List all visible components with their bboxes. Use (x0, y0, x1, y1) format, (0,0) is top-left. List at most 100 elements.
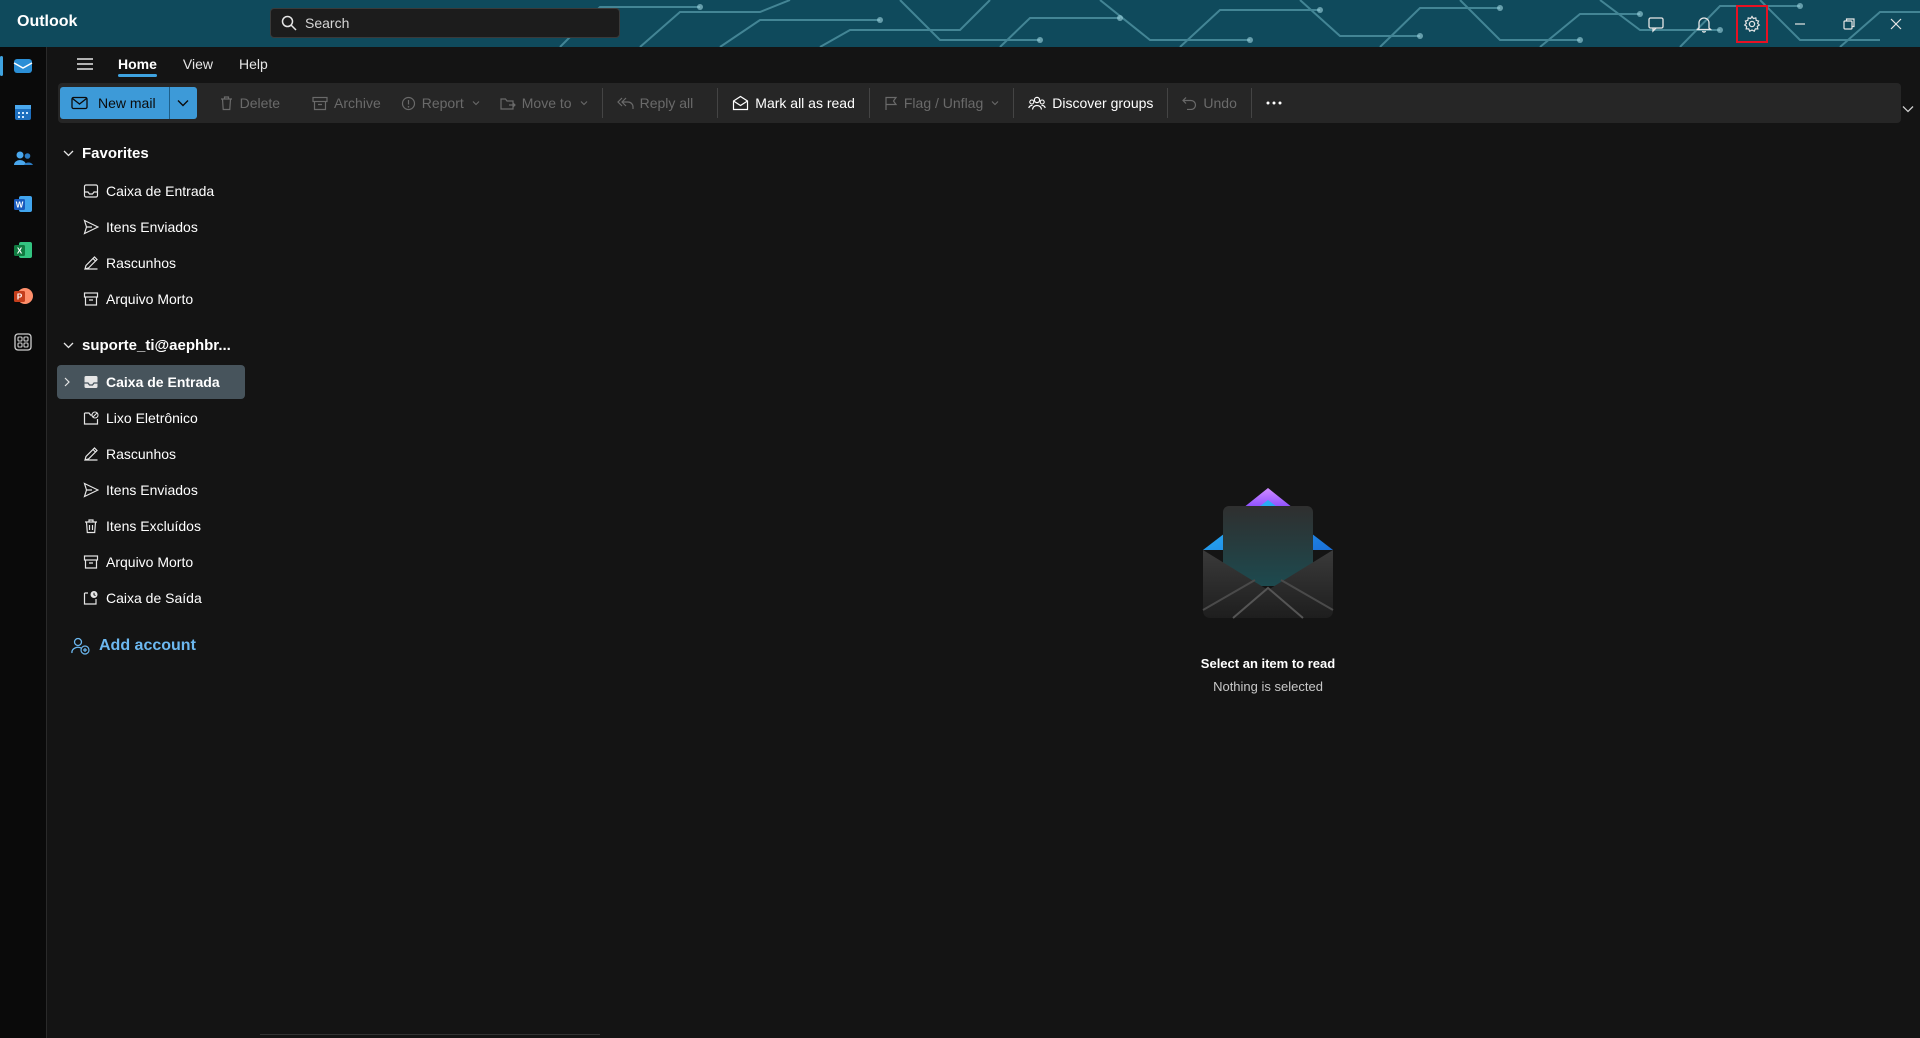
favorites-header[interactable]: Favorites (63, 145, 149, 162)
command-toolbar: New mail Delete Archive Report Move to R… (58, 83, 1901, 123)
folder-label: Caixa de Entrada (106, 374, 220, 390)
restore-icon[interactable] (1833, 9, 1865, 39)
trash-icon (83, 518, 99, 534)
flag-unflag-button[interactable]: Flag / Unflag (874, 87, 1009, 119)
reading-pane-empty-state: Select an item to read Nothing is select… (1168, 480, 1368, 694)
folder-account-inbox[interactable]: Caixa de Entrada (57, 365, 245, 399)
folder-label: Rascunhos (106, 255, 177, 271)
report-label: Report (421, 95, 464, 111)
new-mail-button[interactable]: New mail (60, 87, 169, 119)
account-header[interactable]: suporte_ti@aephbr... (63, 337, 231, 354)
calendar-app-icon[interactable] (10, 99, 36, 125)
new-mail-dropdown-button[interactable] (168, 87, 197, 119)
notifications-bell-icon[interactable] (1688, 9, 1720, 39)
toolbar-separator (1167, 88, 1169, 118)
chevron-down-icon (63, 342, 74, 349)
toolbar-separator (717, 88, 719, 118)
toolbar-separator (601, 88, 603, 118)
undo-icon (1182, 96, 1197, 110)
draft-icon (83, 446, 99, 462)
archive-icon (83, 291, 99, 307)
flag-icon (884, 96, 898, 111)
folder-account-outbox[interactable]: Caixa de Saída (57, 581, 245, 615)
new-mail-label: New mail (98, 95, 156, 111)
folder-account-junk[interactable]: Lixo Eletrônico (57, 401, 245, 435)
folder-favorites-sent[interactable]: Itens Enviados (57, 210, 245, 244)
folder-account-sent[interactable]: Itens Enviados (57, 473, 245, 507)
excel-app-icon[interactable]: X (10, 237, 36, 263)
toolbar-separator (1250, 88, 1252, 118)
chevron-down-icon (177, 99, 189, 107)
move-to-label: Move to (521, 95, 572, 111)
more-apps-icon[interactable] (10, 329, 36, 355)
discover-groups-label: Discover groups (1052, 95, 1154, 111)
chevron-down-icon (472, 100, 480, 106)
folder-account-deleted[interactable]: Itens Excluídos (57, 509, 245, 543)
more-options-button[interactable] (1256, 87, 1292, 119)
draft-icon (83, 255, 99, 271)
chevron-right-icon[interactable] (64, 377, 70, 387)
close-icon[interactable] (1880, 9, 1912, 39)
word-app-icon[interactable]: W (10, 191, 36, 217)
folder-favorites-inbox[interactable]: Caixa de Entrada (57, 174, 245, 208)
undo-button[interactable]: Undo (1172, 87, 1246, 119)
tab-help[interactable]: Help (226, 47, 281, 81)
reply-all-button[interactable]: Reply all (607, 87, 704, 119)
chevron-down-icon (580, 100, 588, 106)
chevron-down-icon (991, 100, 999, 106)
toolbar-separator (868, 88, 870, 118)
tab-home[interactable]: Home (105, 47, 170, 81)
settings-gear-icon[interactable] (1736, 5, 1768, 43)
send-icon (83, 219, 99, 235)
add-account-link[interactable]: Add account (71, 637, 196, 655)
folder-label: Caixa de Entrada (106, 183, 215, 199)
folder-label: Rascunhos (106, 446, 177, 462)
rail-active-indicator (0, 56, 3, 76)
archive-icon (83, 554, 99, 570)
ribbon-tabs: Home View Help (47, 47, 1920, 81)
minimize-icon[interactable] (1784, 9, 1816, 39)
flag-unflag-label: Flag / Unflag (903, 95, 984, 111)
mark-all-read-button[interactable]: Mark all as read (722, 87, 865, 119)
archive-button[interactable]: Archive (302, 87, 391, 119)
delete-label: Delete (239, 95, 281, 111)
inbox-icon (83, 374, 99, 390)
toolbar-separator (1013, 88, 1015, 118)
mark-all-read-label: Mark all as read (755, 95, 855, 111)
empty-state-subtitle: Nothing is selected (1213, 679, 1323, 694)
groups-icon (1028, 95, 1047, 111)
ribbon-expand-chevron-icon[interactable] (1902, 105, 1914, 113)
send-icon (83, 482, 99, 498)
mail-app-icon[interactable] (10, 53, 36, 79)
report-button[interactable]: Report (391, 87, 490, 119)
add-person-icon (71, 637, 90, 655)
report-icon (401, 96, 416, 111)
move-to-button[interactable]: Move to (490, 87, 598, 119)
powerpoint-app-icon[interactable]: P (10, 283, 36, 309)
svg-text:X: X (17, 247, 23, 256)
folder-favorites-archive[interactable]: Arquivo Morto (57, 282, 245, 316)
folder-account-drafts[interactable]: Rascunhos (57, 437, 245, 471)
title-bar: Outlook Search (0, 0, 1920, 47)
empty-state-title: Select an item to read (1200, 656, 1336, 671)
search-box[interactable]: Search (270, 8, 620, 38)
delete-button[interactable]: Delete (209, 87, 290, 119)
folder-label: Itens Enviados (106, 482, 198, 498)
app-title: Outlook (17, 13, 78, 30)
reply-all-label: Reply all (639, 95, 694, 111)
folder-label: Itens Enviados (106, 219, 198, 235)
people-app-icon[interactable] (10, 145, 36, 171)
svg-text:W: W (16, 201, 24, 210)
folder-favorites-drafts[interactable]: Rascunhos (57, 246, 245, 280)
feedback-icon[interactable] (1640, 9, 1672, 39)
hamburger-menu-icon[interactable] (65, 47, 105, 81)
folder-label: Arquivo Morto (106, 554, 194, 570)
envelope-icon (71, 96, 88, 110)
tab-view[interactable]: View (170, 47, 226, 81)
app-rail: W X P (0, 47, 47, 1038)
new-mail-split-button: New mail (60, 87, 197, 119)
folder-account-archive[interactable]: Arquivo Morto (57, 545, 245, 579)
move-folder-icon (500, 96, 516, 111)
outbox-icon (83, 590, 99, 606)
discover-groups-button[interactable]: Discover groups (1018, 87, 1163, 119)
